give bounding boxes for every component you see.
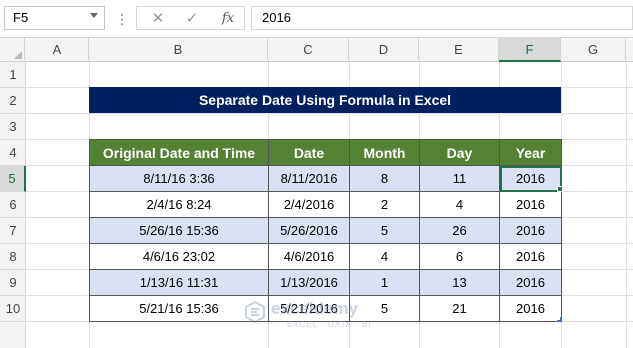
chevron-down-icon[interactable]	[90, 13, 98, 18]
cell-date[interactable]: 5/21/2016	[268, 295, 350, 322]
table-header-row: Original Date and Time Date Month Day Ye…	[89, 139, 562, 166]
cell-year[interactable]: 2016	[499, 191, 562, 218]
cell-day[interactable]: 11	[419, 165, 500, 192]
cell-date[interactable]: 5/26/2016	[268, 217, 350, 244]
cell-month[interactable]: 2	[349, 191, 420, 218]
header-day[interactable]: Day	[419, 139, 500, 166]
row-header-6[interactable]: 6	[0, 192, 26, 218]
table-row: 5/26/16 15:36 5/26/2016 5 26 2016	[89, 217, 562, 244]
cell-year[interactable]: 2016	[499, 295, 562, 322]
cell-month[interactable]: 5	[349, 217, 420, 244]
column-header-c[interactable]: C	[268, 38, 349, 62]
cell-date[interactable]: 4/6/2016	[268, 243, 350, 270]
column-headers: A B C D E F G	[0, 38, 633, 62]
formula-buttons: ✕ ✓ fx	[136, 6, 245, 30]
more-options-icon[interactable]: ⋮	[115, 9, 129, 29]
insert-function-icon[interactable]: fx	[213, 7, 243, 31]
cell-date[interactable]: 8/11/2016	[268, 165, 350, 192]
column-header-a[interactable]: A	[26, 38, 89, 62]
cell-date[interactable]: 1/13/2016	[268, 269, 350, 296]
formula-input[interactable]: 2016	[251, 6, 633, 30]
cell-original[interactable]: 8/11/16 3:36	[89, 165, 269, 192]
row-header-2[interactable]: 2	[0, 88, 26, 114]
header-date[interactable]: Date	[268, 139, 350, 166]
column-header-b[interactable]: B	[89, 38, 268, 62]
cell-month[interactable]: 8	[349, 165, 420, 192]
cell-year[interactable]: 2016	[499, 217, 562, 244]
row-header-3[interactable]: 3	[0, 114, 26, 140]
header-original-date-time[interactable]: Original Date and Time	[89, 139, 269, 166]
grid-line	[26, 113, 633, 114]
column-header-f[interactable]: F	[499, 38, 561, 62]
select-all-icon[interactable]	[14, 51, 22, 59]
cell-day[interactable]: 21	[419, 295, 500, 322]
cell-year[interactable]: 2016	[499, 243, 562, 270]
row-header-10[interactable]: 10	[0, 296, 26, 322]
cell-original[interactable]: 4/6/16 23:02	[89, 243, 269, 270]
column-header-e[interactable]: E	[419, 38, 499, 62]
cell-original[interactable]: 1/13/16 11:31	[89, 269, 269, 296]
cell-day[interactable]: 4	[419, 191, 500, 218]
table-row: 2/4/16 8:24 2/4/2016 2 4 2016	[89, 191, 562, 218]
cell-original[interactable]: 2/4/16 8:24	[89, 191, 269, 218]
cell-month[interactable]: 1	[349, 269, 420, 296]
cell-month[interactable]: 5	[349, 295, 420, 322]
row-header-8[interactable]: 8	[0, 244, 26, 270]
row-header-7[interactable]: 7	[0, 218, 26, 244]
cell-year[interactable]: 2016	[499, 269, 562, 296]
enter-icon[interactable]: ✓	[177, 7, 207, 31]
cell-original[interactable]: 5/21/16 15:36	[89, 295, 269, 322]
column-header-g[interactable]: G	[561, 38, 626, 62]
sheet-title[interactable]: Separate Date Using Formula in Excel	[89, 87, 561, 113]
header-year[interactable]: Year	[499, 139, 562, 166]
table-row: 5/21/16 15:36 5/21/2016 5 21 2016	[89, 295, 562, 322]
cell-date[interactable]: 2/4/2016	[268, 191, 350, 218]
row-header-4[interactable]: 4	[0, 140, 26, 166]
grid-line	[626, 62, 627, 348]
cancel-icon[interactable]: ✕	[143, 7, 173, 31]
cell-day[interactable]: 6	[419, 243, 500, 270]
row-header-5[interactable]: 5	[0, 166, 26, 192]
cell-year-selected[interactable]: 2016	[499, 165, 562, 192]
row-header-9[interactable]: 9	[0, 270, 26, 296]
name-box[interactable]: F5	[4, 6, 105, 30]
table-resize-handle[interactable]	[557, 317, 562, 322]
header-month[interactable]: Month	[349, 139, 420, 166]
table-row: 8/11/16 3:36 8/11/2016 8 11 2016	[89, 165, 562, 192]
table-row: 4/6/16 23:02 4/6/2016 4 6 2016	[89, 243, 562, 270]
data-table: Original Date and Time Date Month Day Ye…	[89, 139, 562, 322]
cell-original[interactable]: 5/26/16 15:36	[89, 217, 269, 244]
fill-handle[interactable]	[557, 186, 563, 192]
table-row: 1/13/16 11:31 1/13/2016 1 13 2016	[89, 269, 562, 296]
cell-day[interactable]: 13	[419, 269, 500, 296]
row-header-1[interactable]: 1	[0, 62, 26, 88]
cell-day[interactable]: 26	[419, 217, 500, 244]
formula-bar: F5 ⋮ ✕ ✓ fx 2016	[0, 0, 633, 38]
row-headers: 1 2 3 4 5 6 7 8 9 10	[0, 62, 26, 348]
select-all-corner[interactable]	[0, 38, 25, 62]
cell-month[interactable]: 4	[349, 243, 420, 270]
column-header-d[interactable]: D	[349, 38, 419, 62]
